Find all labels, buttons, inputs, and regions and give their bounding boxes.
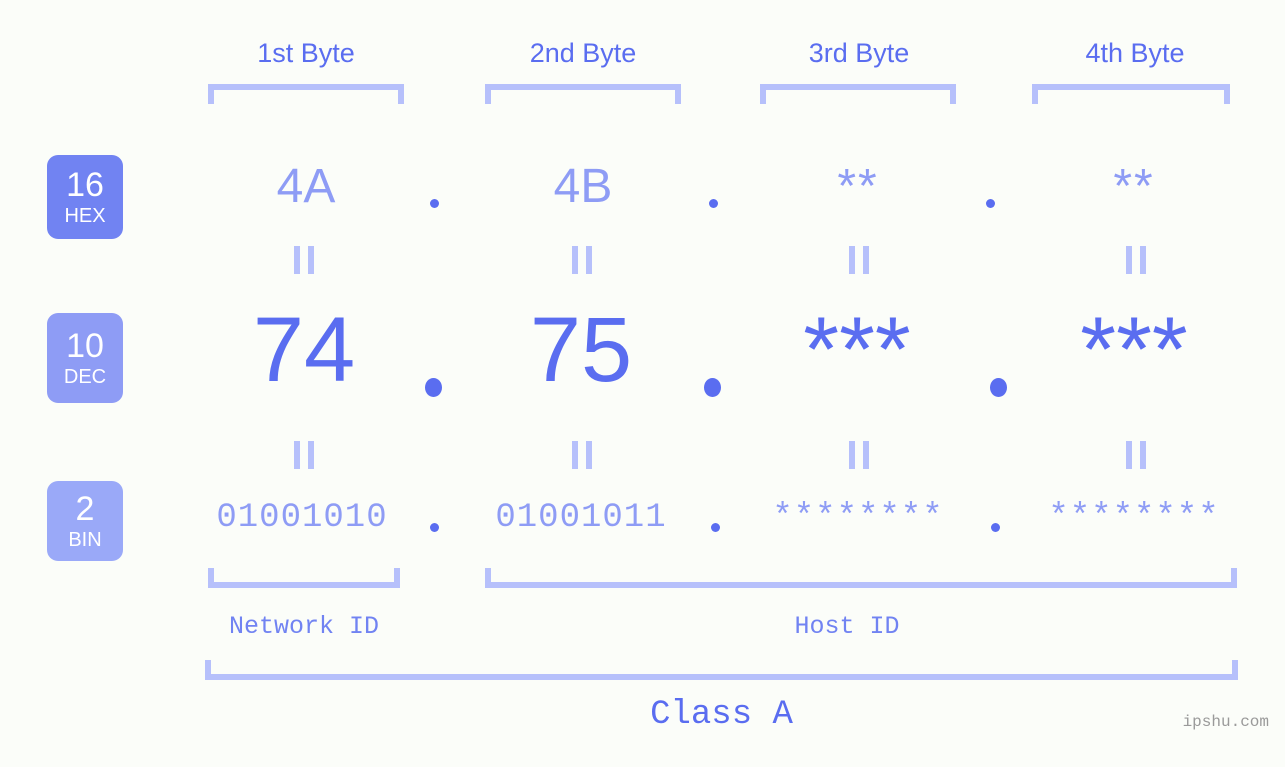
- byte-bracket-top-2: [485, 84, 681, 104]
- byte-header-3: 3rd Byte: [808, 38, 910, 68]
- byte-header-1: 1st Byte: [257, 38, 355, 68]
- equals-mark-hex-dec-3: [849, 246, 869, 274]
- byte-header-2: 2nd Byte: [529, 38, 637, 68]
- byte-bracket-top-4: [1032, 84, 1230, 104]
- dec-dot-separator-3: [990, 378, 1007, 397]
- equals-mark-hex-dec-1: [294, 246, 314, 274]
- bin-dot-separator-3: [991, 523, 1000, 532]
- bin-value-byte-4: ********: [1048, 499, 1220, 537]
- site-watermark: ipshu.com: [1182, 713, 1269, 731]
- dec-value-byte-2: 75: [529, 299, 633, 401]
- network-id-bracket: [208, 568, 400, 588]
- bin-dot-separator-1: [430, 523, 439, 532]
- bin-value-byte-3: ********: [772, 499, 944, 537]
- hex-dot-separator-3: [986, 199, 995, 208]
- host-id-label: Host ID: [794, 612, 900, 641]
- radix-badge-hex-name: HEX: [64, 205, 106, 227]
- class-bracket: [205, 660, 1238, 680]
- equals-mark-dec-bin-2: [572, 441, 592, 469]
- equals-mark-dec-bin-3: [849, 441, 869, 469]
- hex-value-byte-3: **: [837, 160, 879, 213]
- radix-badge-hex-number: 16: [66, 166, 104, 204]
- ip-breakdown-diagram: 1st Byte 2nd Byte 3rd Byte 4th Byte 16 H…: [0, 0, 1285, 767]
- dec-dot-separator-2: [704, 378, 721, 397]
- radix-badge-bin-name: BIN: [68, 529, 102, 551]
- byte-header-4: 4th Byte: [1085, 38, 1185, 68]
- bin-dot-separator-2: [711, 523, 720, 532]
- radix-badge-dec: 10 DEC: [47, 313, 123, 403]
- hex-dot-separator-1: [430, 199, 439, 208]
- hex-value-byte-4: **: [1113, 160, 1155, 213]
- byte-bracket-top-3: [760, 84, 956, 104]
- dec-dot-separator-1: [425, 378, 442, 397]
- equals-mark-dec-bin-4: [1126, 441, 1146, 469]
- radix-badge-hex: 16 HEX: [47, 155, 123, 239]
- radix-badge-bin-number: 2: [75, 490, 95, 528]
- hex-value-byte-2: 4B: [553, 160, 613, 213]
- host-id-bracket: [485, 568, 1237, 588]
- dec-value-byte-4: ***: [1080, 299, 1188, 401]
- bin-value-byte-1: 01001010: [216, 499, 388, 537]
- byte-bracket-top-1: [208, 84, 404, 104]
- radix-badge-dec-number: 10: [66, 327, 104, 365]
- radix-badge-bin: 2 BIN: [47, 481, 123, 561]
- equals-mark-hex-dec-4: [1126, 246, 1146, 274]
- bin-value-byte-2: 01001011: [495, 499, 667, 537]
- hex-dot-separator-2: [709, 199, 718, 208]
- radix-badge-dec-name: DEC: [63, 366, 107, 388]
- network-id-label: Network ID: [228, 612, 380, 641]
- class-label: Class A: [650, 696, 793, 734]
- dec-value-byte-1: 74: [252, 299, 356, 401]
- hex-value-byte-1: 4A: [276, 160, 336, 213]
- dec-value-byte-3: ***: [803, 299, 911, 401]
- equals-mark-hex-dec-2: [572, 246, 592, 274]
- equals-mark-dec-bin-1: [294, 441, 314, 469]
